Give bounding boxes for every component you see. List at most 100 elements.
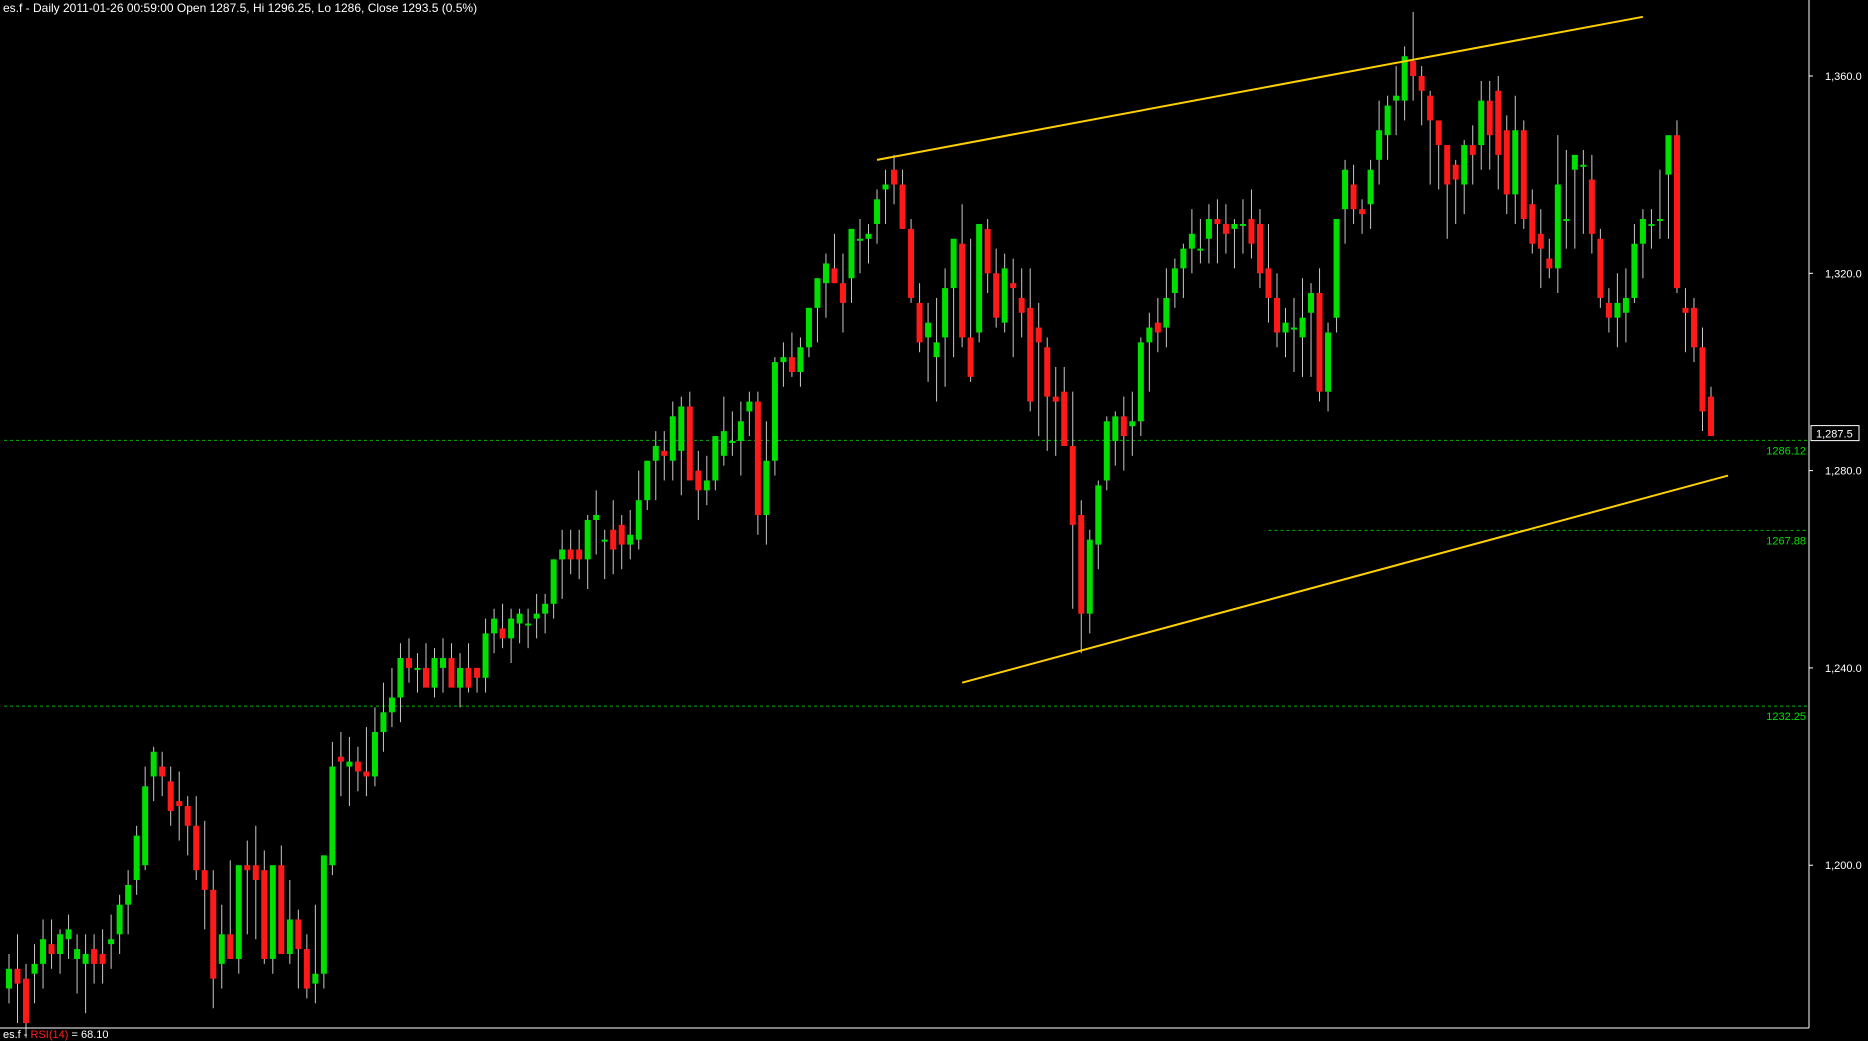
candle — [618, 515, 625, 570]
candle — [210, 870, 217, 1009]
candle-body — [1205, 219, 1212, 239]
candle — [729, 411, 736, 456]
candle-body — [542, 603, 549, 614]
candle — [1367, 159, 1374, 229]
candle — [1001, 253, 1008, 333]
candle — [550, 559, 557, 619]
candle — [1146, 312, 1153, 392]
candle — [542, 593, 549, 634]
candle-body — [474, 667, 481, 678]
candle-body — [703, 480, 710, 491]
candle-body — [1095, 485, 1102, 545]
candle-body — [1342, 169, 1349, 210]
candle-body — [210, 889, 217, 979]
candle-body — [142, 786, 149, 866]
candle-body — [1103, 421, 1110, 481]
candle-body — [1452, 164, 1459, 180]
candle — [1469, 125, 1476, 185]
candle — [627, 510, 634, 560]
candle — [967, 238, 974, 382]
candle — [1103, 416, 1110, 491]
candle-body — [354, 761, 361, 772]
candle-body — [176, 801, 183, 807]
candlestick-chart[interactable]: 1286.12 1267.88 1232.25 1,360.0 1,320.0 1,28… — [0, 0, 1868, 1041]
candle-body — [14, 968, 21, 984]
candle — [1546, 238, 1553, 279]
candle-body — [1614, 302, 1621, 318]
candle-body — [1197, 248, 1204, 251]
candle — [6, 954, 12, 1004]
candle — [1512, 95, 1519, 224]
candle — [874, 189, 881, 244]
candle — [908, 219, 915, 303]
candle — [184, 796, 191, 856]
candle-body — [1597, 238, 1604, 298]
candle-body — [1520, 130, 1527, 220]
candle — [508, 608, 515, 663]
candle-body — [1078, 515, 1085, 614]
candle — [831, 233, 838, 284]
axis-tick-label: 1,240.0 — [1825, 663, 1862, 675]
candle-body — [822, 263, 829, 284]
candle-body — [74, 949, 81, 959]
candle-body — [1512, 130, 1519, 195]
candle-body — [1112, 416, 1119, 442]
candle — [1308, 283, 1315, 377]
candle — [797, 337, 804, 387]
candle — [1495, 75, 1502, 190]
candle — [380, 682, 387, 752]
candle — [644, 460, 651, 511]
candle — [320, 855, 327, 989]
candle — [1418, 66, 1425, 126]
candle — [363, 727, 370, 797]
candle — [1214, 199, 1221, 264]
candle-body — [1665, 135, 1672, 175]
candle — [780, 342, 787, 387]
candle-body — [150, 751, 157, 777]
candle — [337, 732, 344, 797]
candle-body — [959, 243, 966, 338]
candle — [108, 914, 115, 969]
candle — [440, 638, 447, 693]
candle — [1035, 302, 1042, 437]
candle — [610, 500, 617, 575]
candle — [1197, 219, 1204, 264]
candle — [669, 401, 676, 481]
candle — [303, 934, 310, 999]
candle-body — [1554, 184, 1561, 269]
candle — [1163, 268, 1170, 348]
candle-body — [610, 529, 617, 550]
candle-body — [1316, 293, 1323, 392]
candle — [695, 450, 702, 520]
candle — [499, 603, 506, 649]
candle — [788, 332, 795, 377]
candle-body — [380, 712, 387, 733]
candle — [678, 396, 685, 496]
candle — [1231, 219, 1238, 269]
candle-body — [371, 732, 378, 777]
candle — [23, 963, 30, 1038]
candle-body — [1035, 327, 1042, 343]
candle-body — [916, 302, 923, 343]
candle-body — [652, 445, 659, 461]
candle-body — [1052, 396, 1059, 402]
candle-body — [218, 934, 225, 964]
candle — [14, 934, 21, 1024]
candle — [482, 618, 489, 693]
candle — [1078, 500, 1085, 654]
candle — [899, 169, 906, 229]
candle-body — [1384, 105, 1391, 136]
candle — [720, 396, 727, 466]
candle-body — [1605, 302, 1612, 318]
horizontal-levels: 1286.12 1267.88 1232.25 — [4, 439, 1809, 723]
candle — [1010, 258, 1017, 358]
candle — [57, 929, 64, 974]
candle-body — [491, 618, 498, 634]
axis-tick-label: 1,360.0 — [1825, 71, 1862, 83]
candle — [312, 904, 319, 1004]
candle-body — [82, 954, 89, 964]
candle — [746, 391, 753, 437]
candle — [652, 431, 659, 501]
candle-body — [1393, 95, 1400, 101]
candle — [1376, 100, 1383, 185]
